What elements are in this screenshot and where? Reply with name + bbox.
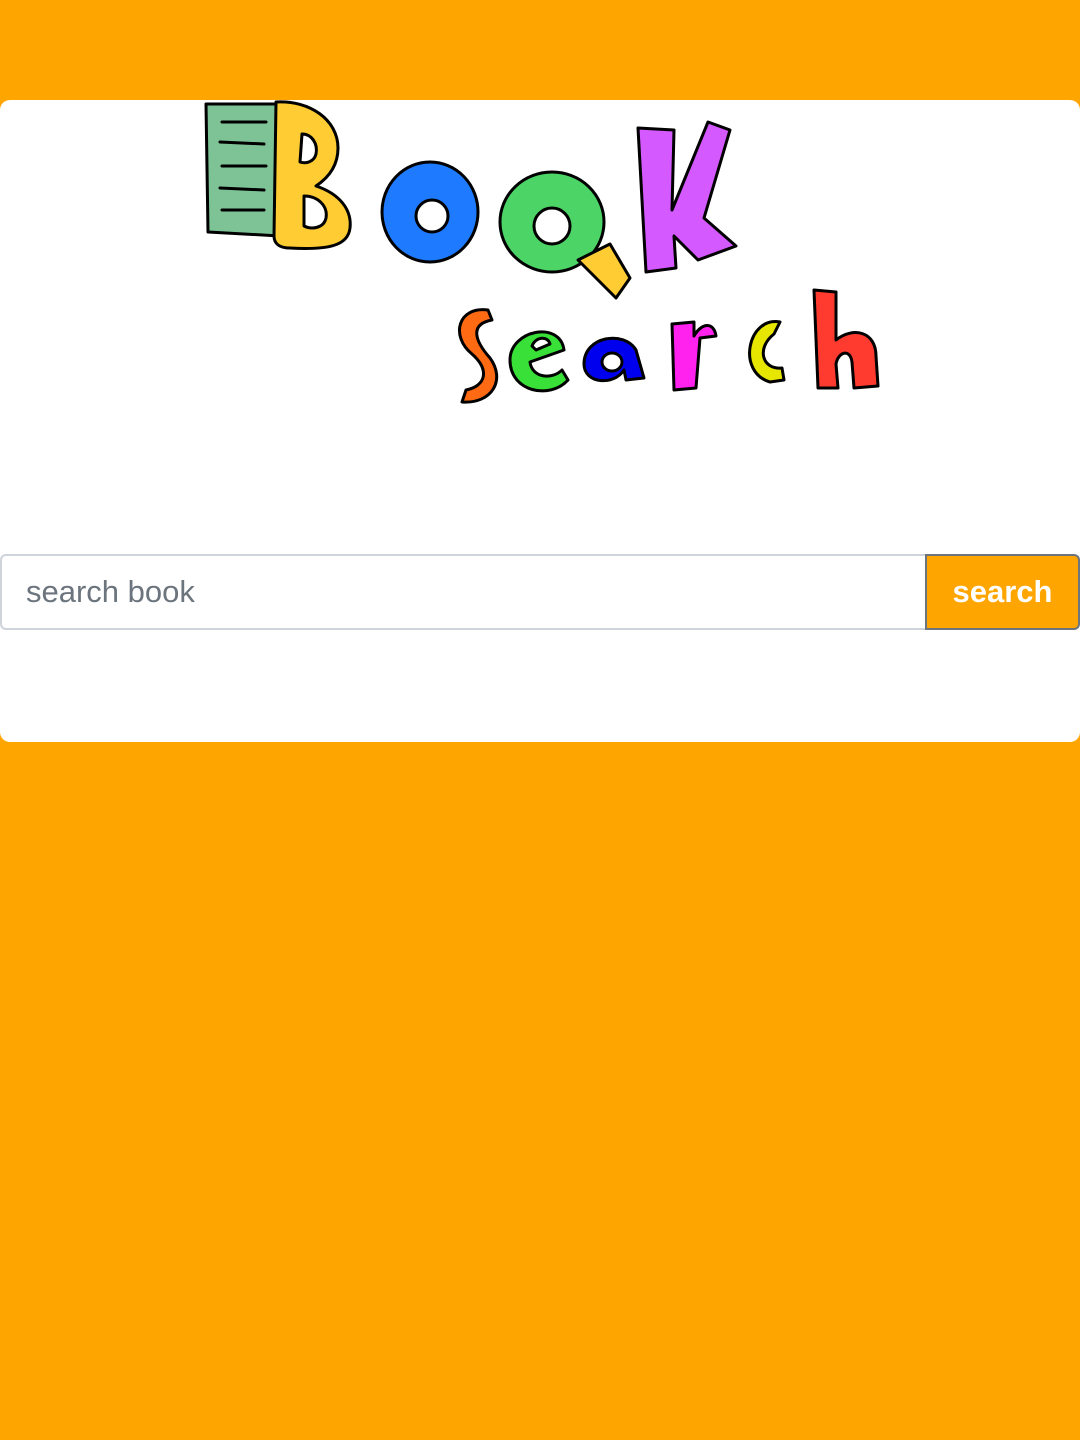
search-button[interactable]: search — [925, 554, 1080, 630]
book-search-logo — [200, 100, 890, 510]
search-input[interactable] — [0, 554, 925, 630]
search-bar: search — [0, 554, 1080, 630]
main-card: search — [0, 100, 1080, 742]
logo-image — [204, 100, 880, 404]
